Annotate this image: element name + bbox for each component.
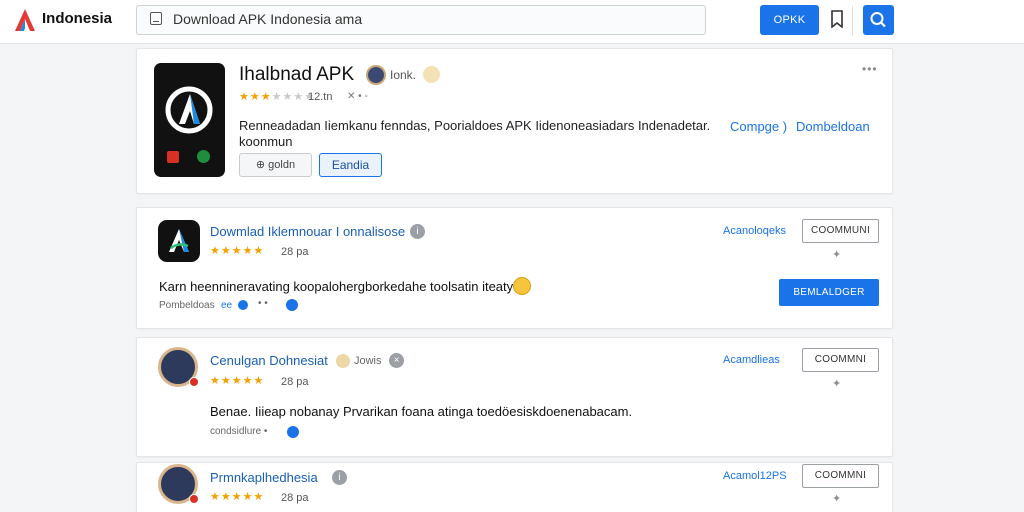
- app-item-meta-dots: • •: [258, 298, 268, 309]
- comment-button[interactable]: COOMMUNI: [802, 219, 879, 243]
- outline-button[interactable]: Eandia: [319, 153, 382, 177]
- top-bar: Indonesia Download APK Indonesia ama OPK…: [0, 0, 1024, 44]
- emoji-icon: [336, 354, 350, 368]
- app-item-link[interactable]: Acamol12PS: [723, 470, 787, 482]
- hero-meta: ✕ • ◦: [347, 91, 368, 102]
- app-logo-icon[interactable]: [12, 7, 38, 33]
- app-item-stars: ★★★★★: [210, 375, 265, 387]
- header-divider: [852, 6, 853, 36]
- green-app-icon: [197, 150, 210, 163]
- smile-emoji-icon: [513, 277, 531, 295]
- user-avatar[interactable]: [158, 347, 199, 387]
- app-item-link[interactable]: Acamdlieas: [723, 354, 780, 366]
- search-placeholder[interactable]: Download APK Indonesia ama: [173, 11, 362, 27]
- secondary-button[interactable]: ⊕ goldn: [239, 153, 312, 177]
- pin-icon[interactable]: ✦: [832, 492, 841, 505]
- info-icon: i: [410, 224, 425, 239]
- app-item-meta: Pombeldoas: [159, 300, 215, 311]
- pin-icon[interactable]: ✦: [832, 377, 841, 390]
- developer-name[interactable]: Ionk.: [390, 68, 416, 82]
- top-action-button[interactable]: OPKK: [760, 5, 819, 35]
- primary-action-button[interactable]: BEMLALDGER: [779, 279, 879, 306]
- app-brand-logo-icon: [165, 86, 213, 134]
- magnifier-icon: [870, 12, 886, 28]
- status-dot-icon: [238, 300, 248, 310]
- badge-dot-icon: [189, 377, 199, 387]
- comment-button[interactable]: COOMMNI: [802, 348, 879, 372]
- developer-avatar[interactable]: [366, 65, 386, 85]
- pin-icon[interactable]: ✦: [832, 248, 841, 261]
- emoji-icon: [423, 66, 440, 83]
- app-item-title[interactable]: Prmnkaplhedhesia: [210, 470, 318, 485]
- download-link[interactable]: Dombeldoan: [796, 119, 870, 134]
- comment-button[interactable]: COOMMNI: [802, 464, 879, 488]
- app-item-count: 28 pa: [281, 376, 309, 388]
- app-item-count: 28 pa: [281, 492, 309, 504]
- app-item-sub: Jowis: [354, 355, 382, 367]
- app-item-meta-tag: ee: [221, 300, 233, 311]
- app-item-description: Karn heennineravating koopalohergborkeda…: [159, 279, 517, 294]
- info-icon: i: [332, 470, 347, 485]
- app-description: Renneadadan Iiemkanu fenndas, Poorialdoe…: [239, 118, 711, 149]
- more-options-icon[interactable]: •••: [862, 62, 878, 76]
- app-title: Ihalbnad APK: [239, 64, 355, 85]
- rating-count: 12.tn: [308, 91, 333, 103]
- user-avatar[interactable]: [158, 464, 199, 504]
- close-icon[interactable]: ×: [389, 353, 404, 368]
- share-icon[interactable]: [287, 426, 299, 438]
- compare-link[interactable]: Compge ): [730, 119, 787, 134]
- app-icon[interactable]: [158, 220, 200, 262]
- app-item-title[interactable]: Dowmlad Iklemnouar I onnalisose: [210, 224, 405, 239]
- app-item-link[interactable]: Acanoloqeks: [723, 225, 786, 237]
- app-item-description: Benae. Iiieap nobanay Prvarikan foana at…: [210, 404, 633, 419]
- brand-name[interactable]: Indonesia: [42, 10, 112, 27]
- app-item-meta: condsidlure •: [210, 426, 268, 437]
- red-app-icon: [167, 151, 179, 163]
- search-field-icon: [150, 12, 162, 25]
- bookmark-icon[interactable]: [830, 10, 844, 28]
- app-item-stars: ★★★★★: [210, 245, 265, 257]
- share-icon[interactable]: [286, 299, 298, 311]
- search-button[interactable]: [863, 5, 894, 35]
- app-logo-small-icon: [169, 229, 189, 252]
- app-item-title[interactable]: Cenulgan Dohnesiat: [210, 353, 328, 368]
- app-item-stars: ★★★★★: [210, 491, 265, 503]
- app-item-count: 28 pa: [281, 246, 309, 258]
- badge-dot-icon: [189, 494, 199, 504]
- rating-stars: ★★★★★★★: [239, 91, 316, 103]
